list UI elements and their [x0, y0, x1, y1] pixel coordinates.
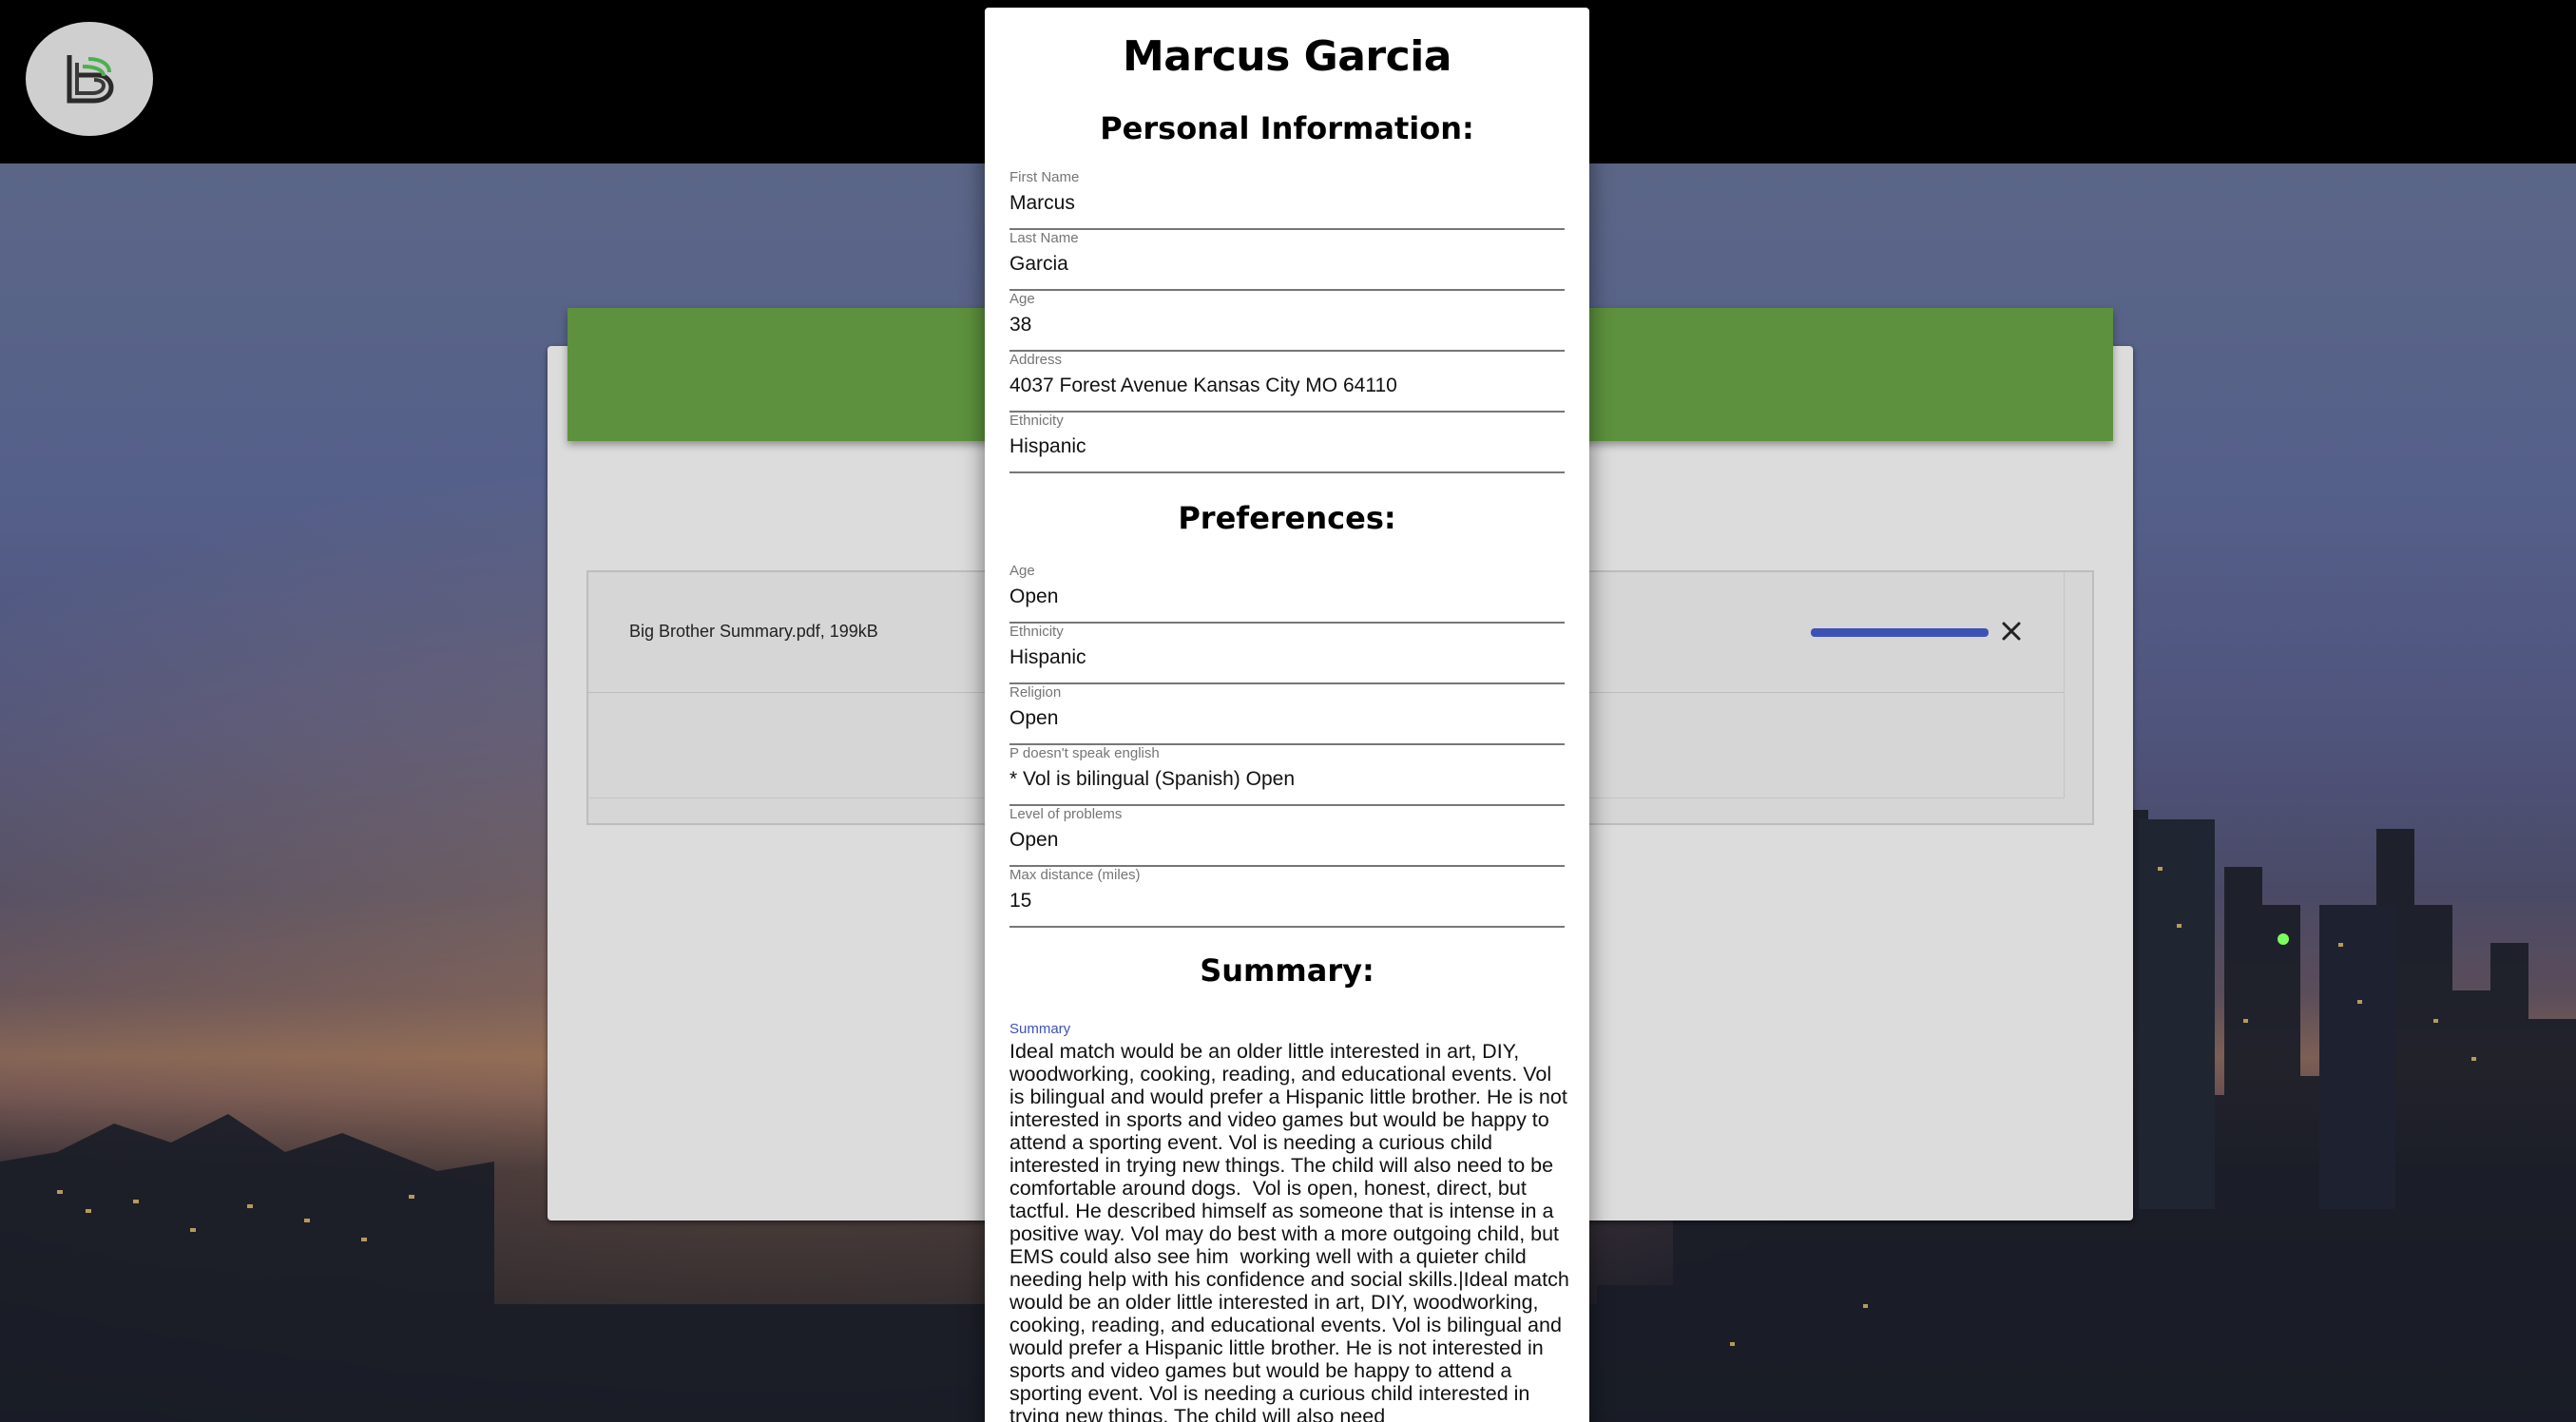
pref-ethnicity-field[interactable]: Ethnicity Hispanic	[1009, 624, 1565, 684]
field-label: Address	[1009, 352, 1063, 368]
first-name-field[interactable]: First Name Marcus	[1009, 169, 1565, 230]
field-label: Max distance (miles)	[1009, 867, 1141, 883]
pref-distance-input[interactable]: 15	[1009, 890, 1565, 913]
file-name: Big Brother Summary.pdf, 199kB	[629, 622, 878, 641]
remove-file-button[interactable]	[1996, 616, 2027, 646]
address-field[interactable]: Address 4037 Forest Avenue Kansas City M…	[1009, 352, 1565, 413]
field-label: Last Name	[1009, 230, 1079, 246]
summary-textarea[interactable]: Ideal match would be an older little int…	[1009, 1040, 1570, 1422]
pref-age-input[interactable]: Open	[1009, 586, 1565, 608]
pref-religion-input[interactable]: Open	[1009, 707, 1565, 730]
first-name-input[interactable]: Marcus	[1009, 192, 1565, 215]
field-label: Age	[1009, 563, 1035, 579]
last-name-field[interactable]: Last Name Garcia	[1009, 230, 1565, 291]
address-input[interactable]: 4037 Forest Avenue Kansas City MO 64110	[1009, 375, 1565, 397]
pref-age-field[interactable]: Age Open	[1009, 563, 1565, 624]
field-label: Level of problems	[1009, 806, 1123, 822]
field-label: Ethnicity	[1009, 624, 1064, 640]
summary-heading: Summary:	[1200, 952, 1375, 989]
last-name-input[interactable]: Garcia	[1009, 253, 1565, 276]
personal-info-heading: Personal Information:	[1100, 110, 1474, 146]
pref-ethnicity-input[interactable]: Hispanic	[1009, 646, 1565, 669]
age-field[interactable]: Age 38	[1009, 291, 1565, 352]
field-label: Religion	[1009, 684, 1062, 701]
logo-icon[interactable]	[26, 22, 153, 136]
pref-religion-field[interactable]: Religion Open	[1009, 684, 1565, 745]
profile-modal: Marcus Garcia Personal Information: Firs…	[985, 8, 1589, 1422]
profile-name-title: Marcus Garcia	[1123, 32, 1451, 81]
pref-problems-input[interactable]: Open	[1009, 829, 1565, 852]
ethnicity-field[interactable]: Ethnicity Hispanic	[1009, 413, 1565, 473]
field-label: P doesn't speak english	[1009, 745, 1160, 761]
close-icon	[2002, 622, 2021, 641]
field-label: Age	[1009, 291, 1035, 307]
summary-label: Summary	[1009, 1021, 1071, 1037]
pref-language-input[interactable]: * Vol is bilingual (Spanish) Open	[1009, 768, 1565, 791]
bbbs-logo-icon	[67, 55, 114, 104]
pref-problems-field[interactable]: Level of problems Open	[1009, 806, 1565, 867]
pref-distance-field[interactable]: Max distance (miles) 15	[1009, 867, 1565, 928]
field-label: Ethnicity	[1009, 413, 1064, 429]
field-label: First Name	[1009, 169, 1080, 185]
preferences-heading: Preferences:	[1178, 500, 1396, 536]
age-input[interactable]: 38	[1009, 314, 1565, 336]
upload-progress-bar	[1811, 628, 1989, 637]
ethnicity-input[interactable]: Hispanic	[1009, 435, 1565, 458]
pref-language-field[interactable]: P doesn't speak english * Vol is bilingu…	[1009, 745, 1565, 806]
